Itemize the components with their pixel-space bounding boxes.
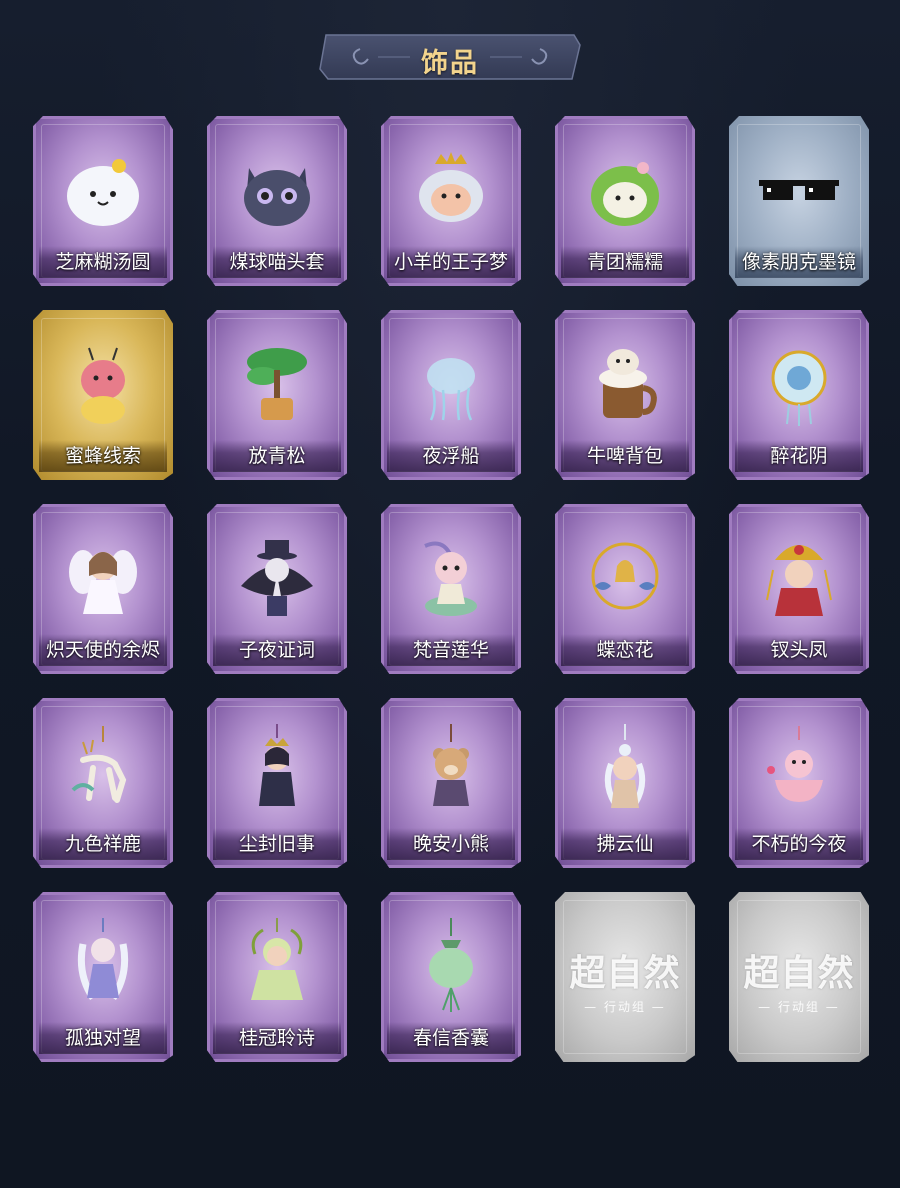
- deer-charm-icon: [53, 720, 153, 820]
- flower-fan-icon: [749, 332, 849, 432]
- watermark-title: 超自然: [743, 952, 855, 994]
- accessory-card[interactable]: 像素朋克墨镜: [729, 116, 869, 286]
- accessory-card[interactable]: 尘封旧事: [207, 698, 347, 868]
- accessory-card[interactable]: 超自然 — 行动组 —: [555, 892, 695, 1062]
- accessory-name: 放青松: [248, 445, 306, 467]
- accessory-name: 青团糯糯: [586, 251, 663, 273]
- accessory-name: 蝶恋花: [596, 639, 654, 661]
- bear-charm-icon: [401, 720, 501, 820]
- accessory-card[interactable]: 青团糯糯: [555, 116, 695, 286]
- accessory-name: 九色祥鹿: [64, 833, 141, 855]
- accessory-card[interactable]: 桂冠聆诗: [207, 892, 347, 1062]
- accessory-name: 钗头凤: [770, 639, 828, 661]
- bonsai-pine-icon: [227, 332, 327, 432]
- cat-head-icon: [227, 138, 327, 238]
- lotus-figure-icon: [401, 526, 501, 626]
- accessory-card[interactable]: 拂云仙: [555, 698, 695, 868]
- placeholder-logo-icon: 超自然 — 行动组 —: [729, 944, 869, 1015]
- accessory-card[interactable]: 醉花阴: [729, 310, 869, 480]
- accessory-name: 像素朋克墨镜: [741, 251, 856, 273]
- accessory-card[interactable]: 炽天使的余烬: [33, 504, 173, 674]
- accessory-name: 梵音莲华: [412, 639, 489, 661]
- accessory-name: 炽天使的余烬: [45, 639, 160, 661]
- bee-costume-icon: [53, 332, 153, 432]
- accessory-card[interactable]: 蝶恋花: [555, 504, 695, 674]
- accessory-name: 桂冠聆诗: [238, 1027, 315, 1049]
- green-dumpling-icon: [575, 138, 675, 238]
- accessory-card[interactable]: 晚安小熊: [381, 698, 521, 868]
- accessory-name: 小羊的王子梦: [393, 251, 508, 273]
- accessory-card[interactable]: 小羊的王子梦: [381, 116, 521, 286]
- accessory-card[interactable]: 蜜蜂线索: [33, 310, 173, 480]
- accessory-name: 子夜证词: [238, 639, 315, 661]
- accessory-name: 夜浮船: [422, 445, 480, 467]
- watermark-title: 超自然: [569, 952, 681, 994]
- placeholder-logo-icon: 超自然 — 行动组 —: [555, 944, 695, 1015]
- accessory-card[interactable]: 钗头凤: [729, 504, 869, 674]
- rice-ball-icon: [53, 138, 153, 238]
- pink-bowl-charm-icon: [749, 720, 849, 820]
- accessory-name: 醉花阴: [770, 445, 828, 467]
- accessory-card[interactable]: 煤球喵头套: [207, 116, 347, 286]
- crowned-sheep-icon: [401, 138, 501, 238]
- accessory-name: 煤球喵头套: [229, 251, 325, 273]
- accessory-name: 牛啤背包: [586, 445, 663, 467]
- accessory-card[interactable]: 春信香囊: [381, 892, 521, 1062]
- accessory-card[interactable]: 芝麻糊汤圆: [33, 116, 173, 286]
- accessory-card[interactable]: 梵音莲华: [381, 504, 521, 674]
- accessory-name: 尘封旧事: [238, 833, 315, 855]
- watermark-subtitle: — 行动组 —: [758, 1000, 840, 1014]
- jellyfish-icon: [401, 332, 501, 432]
- accessory-name: 晚安小熊: [412, 833, 489, 855]
- plague-doctor-icon: [227, 526, 327, 626]
- accessory-name: 不朽的今夜: [751, 833, 847, 855]
- crowned-figure-charm-icon: [227, 720, 327, 820]
- accessory-name: 拂云仙: [596, 833, 654, 855]
- accessory-card[interactable]: 子夜证词: [207, 504, 347, 674]
- accessory-name: 蜜蜂线索: [64, 445, 141, 467]
- fairy-charm-icon: [575, 720, 675, 820]
- accessory-name: 春信香囊: [412, 1027, 489, 1049]
- pixel-sunglasses-icon: [749, 138, 849, 238]
- moon-figure-charm-icon: [53, 914, 153, 1014]
- angel-figure-icon: [53, 526, 153, 626]
- accessory-card[interactable]: 孤独对望: [33, 892, 173, 1062]
- accessory-card[interactable]: 不朽的今夜: [729, 698, 869, 868]
- accessory-card[interactable]: 放青松: [207, 310, 347, 480]
- sachet-charm-icon: [401, 914, 501, 1014]
- watermark-subtitle: — 行动组 —: [584, 1000, 666, 1014]
- accessory-grid: 芝麻糊汤圆 煤球喵头套 小羊的王子梦 青团糯糯 像素朋克墨镜蜜蜂线索 放青松 夜浮船 牛啤背包…: [0, 0, 900, 1188]
- phoenix-crown-figure-icon: [749, 526, 849, 626]
- cow-beer-mug-icon: [575, 332, 675, 432]
- bell-ring-icon: [575, 526, 675, 626]
- accessory-card[interactable]: 夜浮船: [381, 310, 521, 480]
- accessory-name: 孤独对望: [64, 1027, 141, 1049]
- accessory-name: 芝麻糊汤圆: [55, 251, 151, 273]
- accessory-card[interactable]: 牛啤背包: [555, 310, 695, 480]
- accessory-card[interactable]: 超自然 — 行动组 —: [729, 892, 869, 1062]
- accessory-card[interactable]: 九色祥鹿: [33, 698, 173, 868]
- laurel-figure-charm-icon: [227, 914, 327, 1014]
